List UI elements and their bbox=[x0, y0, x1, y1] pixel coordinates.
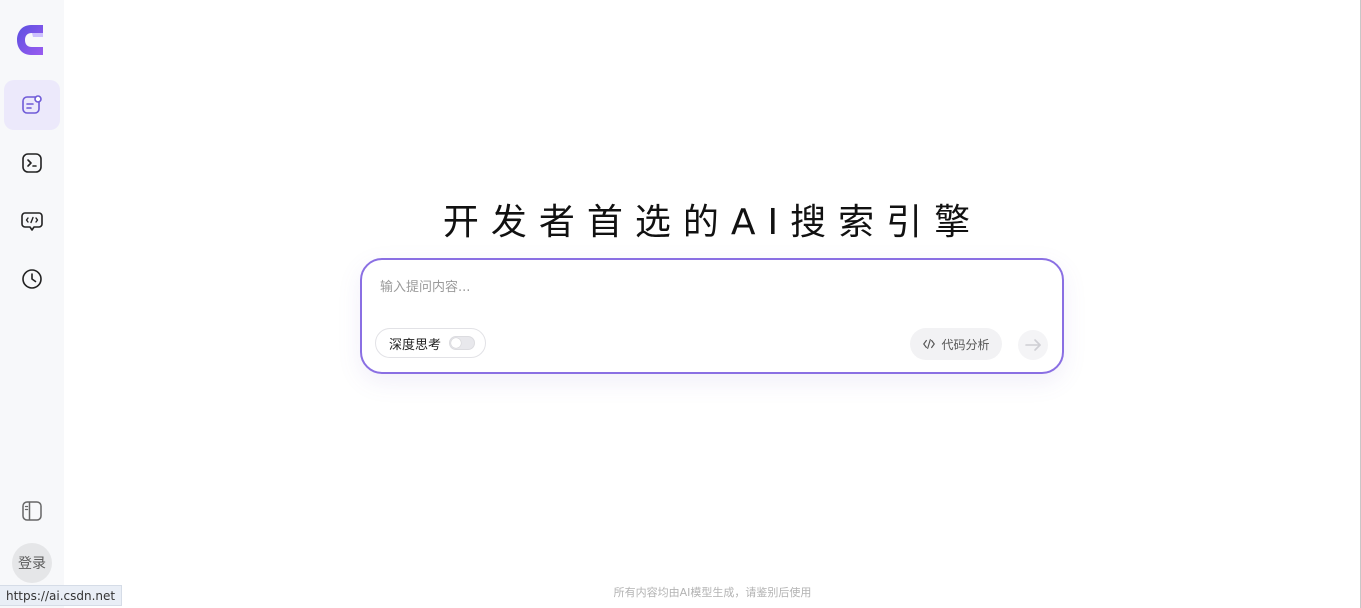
code-icon bbox=[923, 339, 936, 349]
nav-terminal[interactable] bbox=[4, 138, 60, 188]
csdn-logo-icon[interactable] bbox=[15, 23, 47, 57]
deep-think-label: 深度思考 bbox=[389, 337, 442, 353]
toggle-switch[interactable] bbox=[449, 336, 476, 350]
sidebar: 登录 bbox=[0, 0, 64, 608]
deep-think-toggle[interactable]: 深度思考 bbox=[375, 328, 486, 358]
terminal-icon bbox=[22, 153, 42, 173]
nav-history[interactable] bbox=[4, 254, 60, 304]
clock-history-icon bbox=[22, 269, 42, 289]
prompt-input[interactable] bbox=[380, 274, 1040, 300]
sidebar-toggle-icon bbox=[22, 501, 42, 521]
sidebar-toggle-button[interactable] bbox=[19, 498, 45, 524]
login-button[interactable]: 登录 bbox=[12, 543, 52, 583]
arrow-right-icon bbox=[1025, 339, 1041, 351]
code-analysis-button[interactable]: 代码分析 bbox=[910, 328, 1002, 360]
nav-ai-chat[interactable] bbox=[4, 80, 60, 130]
code-analysis-label: 代码分析 bbox=[941, 337, 990, 352]
composer-card: 深度思考 代码分析 bbox=[360, 258, 1064, 374]
ai-disclaimer: 所有内容均由AI模型生成，请鉴别后使用 bbox=[613, 586, 812, 599]
page-title: 开发者首选的AI搜索引擎 bbox=[442, 202, 983, 243]
chat-edit-icon bbox=[22, 95, 42, 114]
send-button[interactable] bbox=[1018, 330, 1048, 360]
toggle-knob bbox=[451, 338, 462, 348]
